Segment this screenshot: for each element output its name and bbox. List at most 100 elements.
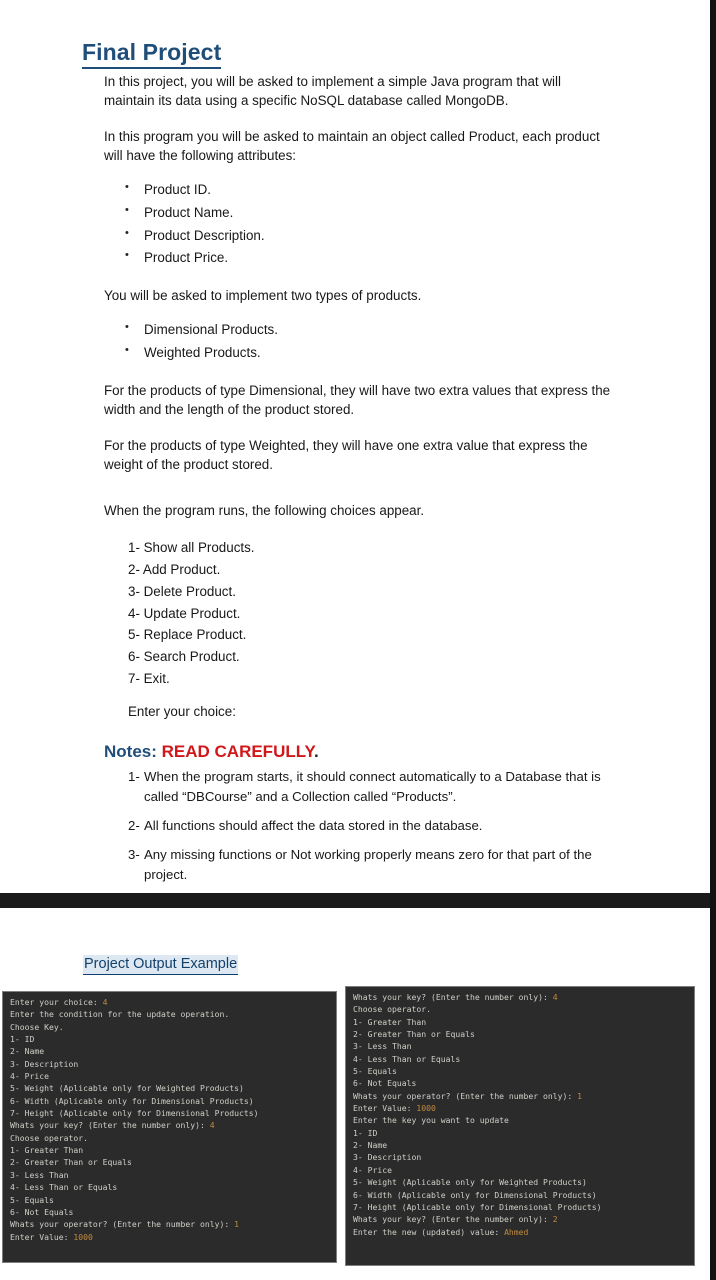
- list-item: 4- Update Product.: [128, 605, 241, 621]
- terminal-line-text: 3- Less Than: [353, 1041, 412, 1052]
- terminal-line-text: 6- Not Equals: [10, 1206, 74, 1217]
- intro-paragraph-2: In this program you will be asked to mai…: [104, 129, 600, 164]
- terminal-line-text: 1- Greater Than: [10, 1145, 84, 1156]
- document-body: In this project, you will be asked to im…: [104, 72, 614, 893]
- list-item: 5- Replace Product.: [128, 627, 247, 643]
- page-title: Final Project: [82, 39, 222, 69]
- terminal-line-text: Choose operator.: [10, 1132, 88, 1143]
- note-number: 1-: [128, 769, 140, 784]
- terminal-line: 6- Width (Aplicable only for Dimensional…: [10, 1095, 331, 1107]
- terminal-line-text: Enter the key you want to update: [353, 1115, 509, 1126]
- terminal-line-text: Enter the new (updated) value:: [353, 1226, 505, 1237]
- terminal-line-text: 4- Less Than or Equals: [353, 1053, 461, 1064]
- terminal-line-text: 3- Description: [10, 1058, 79, 1069]
- terminal-line: Whats your key? (Enter the number only):…: [353, 1213, 689, 1225]
- menu-intro: When the program runs, the following cho…: [104, 502, 425, 518]
- terminal-line-text: 2- Greater Than or Equals: [10, 1157, 132, 1168]
- terminal-line-text: 5- Weight (Aplicable only for Weighted P…: [353, 1177, 587, 1188]
- list-item: Product Description.: [125, 224, 614, 248]
- terminal-line-text: Whats your operator? (Enter the number o…: [353, 1090, 578, 1101]
- terminal-entered-value: 1000: [73, 1231, 93, 1242]
- terminal-line: 3- Description: [353, 1151, 689, 1163]
- terminal-line-text: 1- ID: [353, 1127, 378, 1138]
- terminal-line: Choose Key.: [10, 1021, 331, 1033]
- product-types-list: Dimensional Products. Weighted Products.: [104, 318, 614, 365]
- weighted-description: For the products of type Weighted, they …: [104, 437, 588, 472]
- terminal-line-text: 7- Height (Aplicable only for Dimensiona…: [353, 1201, 602, 1212]
- list-item: 1- When the program starts, it should co…: [128, 767, 614, 807]
- dimensional-description: For the products of type Dimensional, th…: [104, 382, 611, 417]
- choice-prompt: Enter your choice:: [128, 703, 236, 719]
- terminal-line-text: Choose Key.: [10, 1021, 64, 1032]
- terminal-line: 2- Greater Than or Equals: [353, 1028, 689, 1040]
- list-item: 6- Search Product.: [128, 649, 240, 665]
- terminal-line: Enter the key you want to update: [353, 1114, 689, 1126]
- terminal-line: 5- Weight (Aplicable only for Weighted P…: [10, 1082, 331, 1094]
- terminal-line: 3- Description: [10, 1058, 331, 1070]
- list-item: Weighted Products.: [125, 341, 614, 365]
- notes-period: .: [314, 741, 319, 761]
- terminal-line-text: 3- Description: [353, 1152, 422, 1163]
- terminal-line: Choose operator.: [353, 1003, 689, 1015]
- terminal-line: 1- Greater Than: [353, 1016, 689, 1028]
- terminal-line: 7- Height (Aplicable only for Dimensiona…: [10, 1107, 331, 1119]
- notes-heading: Notes: READ CAREFULLY.: [104, 741, 614, 763]
- note-text: When the program starts, it should conne…: [144, 769, 601, 805]
- terminal-line: 4- Price: [353, 1164, 689, 1176]
- terminal-line: Whats your key? (Enter the number only):…: [353, 991, 689, 1003]
- terminal-line-text: Enter Value:: [10, 1231, 74, 1242]
- terminal-line: Whats your key? (Enter the number only):…: [10, 1119, 331, 1131]
- note-number: 3-: [128, 847, 140, 863]
- note-number: 2-: [128, 818, 140, 834]
- terminal-line: 3- Less Than: [10, 1169, 331, 1181]
- terminal-line: 6- Not Equals: [10, 1206, 331, 1218]
- terminal-line-text: 2- Name: [353, 1140, 388, 1151]
- terminal-line: 2- Name: [10, 1045, 331, 1057]
- assignment-page: Final Project In this project, you will …: [0, 0, 710, 893]
- terminal-line: 4- Less Than or Equals: [353, 1053, 689, 1065]
- terminal-line-text: 6- Width (Aplicable only for Dimensional…: [353, 1189, 597, 1200]
- terminal-line: Enter Value: 1000: [353, 1102, 689, 1114]
- product-attributes-list: Product ID. Product Name. Product Descri…: [104, 178, 614, 270]
- list-item: 1- Show all Products.: [128, 540, 255, 555]
- terminal-line: Enter your choice: 4: [10, 996, 331, 1008]
- output-example-page: Project Output Example Enter your choice…: [0, 908, 710, 1280]
- terminal-line-text: 2- Greater Than or Equals: [353, 1029, 475, 1040]
- terminal-line: 1- Greater Than: [10, 1144, 331, 1156]
- terminal-entered-value: 1000: [416, 1103, 436, 1114]
- terminal-entered-value: 4: [102, 997, 108, 1007]
- terminal-line: 4- Less Than or Equals: [10, 1181, 331, 1193]
- terminal-line-text: Choose operator.: [353, 1004, 431, 1015]
- terminal-line: 1- ID: [10, 1033, 331, 1045]
- terminal-line-text: 4- Price: [10, 1071, 49, 1082]
- list-item: 3- Delete Product.: [128, 583, 236, 599]
- terminal-line-text: Enter your choice:: [10, 997, 103, 1007]
- terminal-line-text: Whats your key? (Enter the number only):: [353, 1214, 553, 1225]
- notes-label: Notes: [104, 741, 152, 761]
- terminal-line-text: 4- Less Than or Equals: [10, 1182, 118, 1193]
- terminal-line-text: 2- Name: [10, 1046, 45, 1057]
- terminal-line: 5- Equals: [10, 1194, 331, 1206]
- list-item: Dimensional Products.: [125, 318, 614, 342]
- terminal-line-text: 4- Price: [353, 1164, 392, 1175]
- notes-list: 1- When the program starts, it should co…: [104, 767, 614, 885]
- read-carefully-warning: READ CAREFULLY: [161, 741, 315, 761]
- terminal-line: Enter the condition for the update opera…: [10, 1008, 331, 1020]
- program-menu-list: 1- Show all Products. 2- Add Product. 3-…: [104, 537, 614, 690]
- terminal-line-text: 3- Less Than: [10, 1169, 69, 1180]
- terminal-line: Whats your operator? (Enter the number o…: [10, 1218, 331, 1230]
- terminal-line-text: 1- ID: [10, 1034, 35, 1045]
- notes-colon: :: [151, 741, 162, 761]
- terminal-entered-value: 4: [209, 1120, 215, 1131]
- terminal-line: Whats your operator? (Enter the number o…: [353, 1090, 689, 1102]
- terminal-output-left: Enter your choice: 4 Enter the condition …: [2, 991, 337, 1263]
- terminal-line-text: 5- Equals: [10, 1194, 54, 1205]
- terminal-entered-value: Ahmed: [504, 1226, 529, 1237]
- note-text: Any missing functions or Not working pro…: [144, 847, 592, 883]
- terminal-line-text: 6- Not Equals: [353, 1078, 417, 1089]
- output-example-title: Project Output Example: [83, 955, 239, 976]
- terminal-entered-value: 4: [552, 992, 558, 1002]
- terminal-line: Enter Value: 1000: [10, 1231, 331, 1243]
- terminal-entered-value: 1: [577, 1090, 583, 1101]
- terminal-line: Enter the new (updated) value: Ahmed: [353, 1226, 689, 1238]
